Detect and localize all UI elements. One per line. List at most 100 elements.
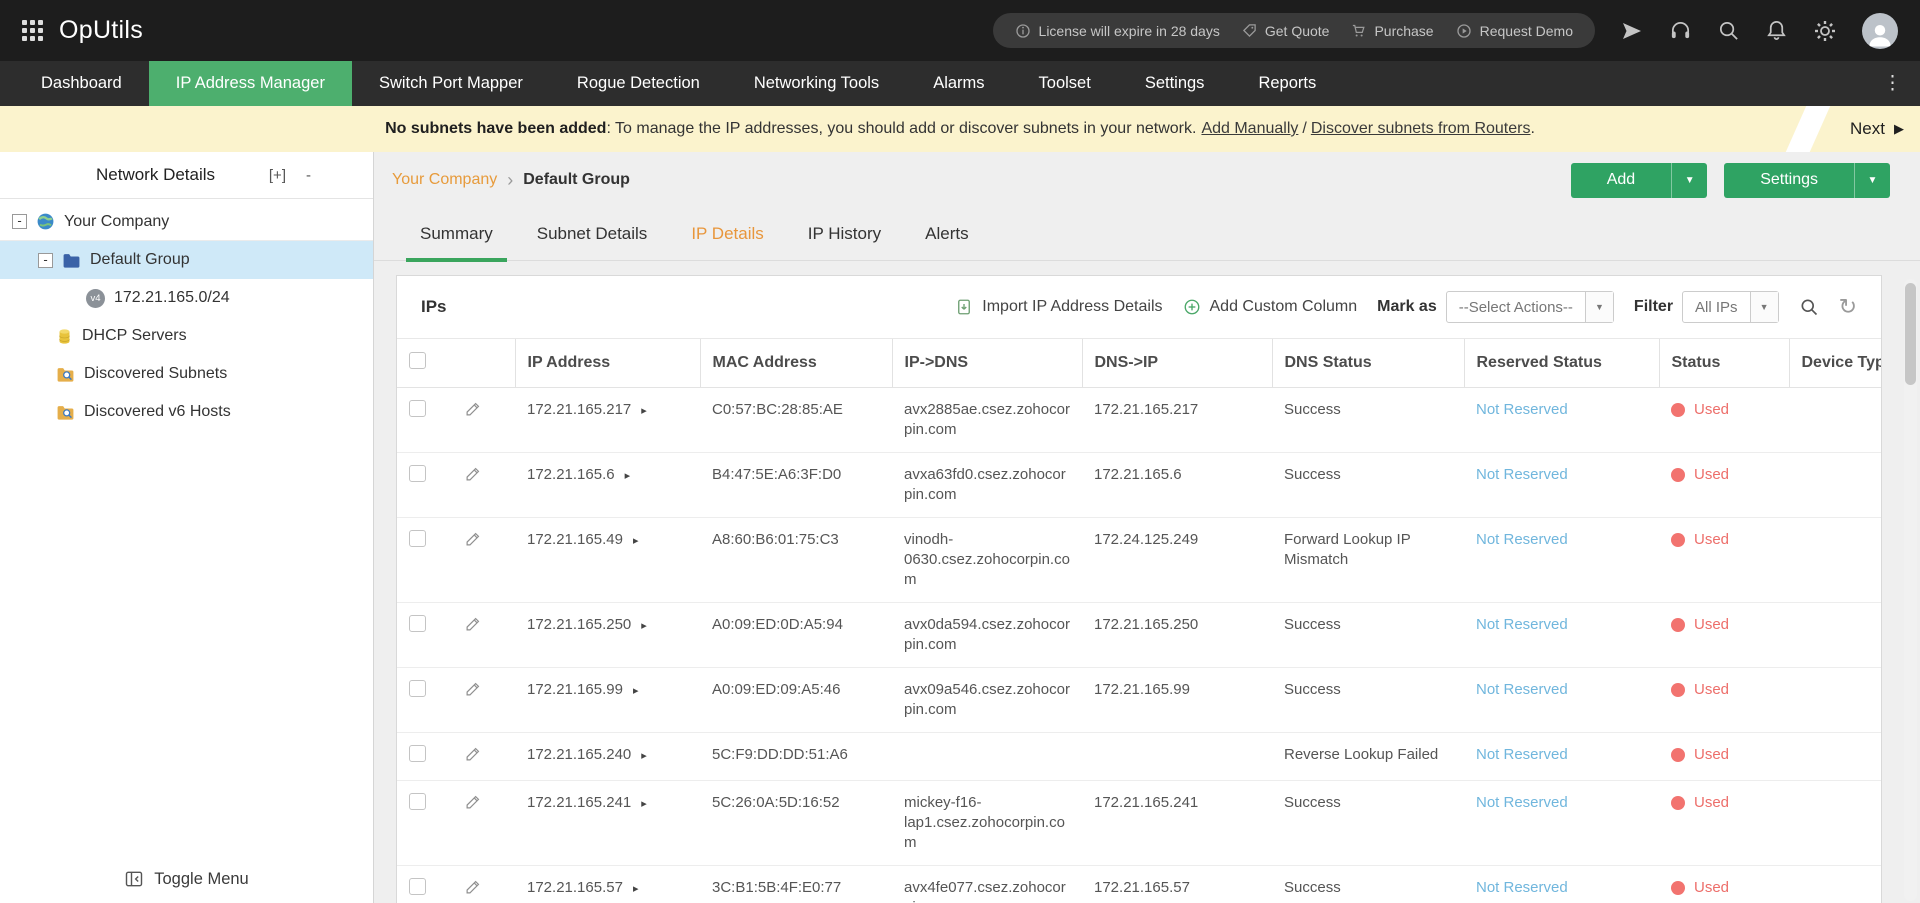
- row-checkbox[interactable]: [409, 793, 426, 810]
- tree-item-dhcp-servers[interactable]: DHCP Servers: [0, 317, 373, 355]
- edit-pencil-icon[interactable]: [465, 680, 482, 697]
- reserved-status-cell[interactable]: Not Reserved: [1464, 865, 1659, 903]
- row-expand-arrow-icon[interactable]: ▸: [633, 685, 639, 697]
- settings-button[interactable]: Settings ▼: [1724, 162, 1890, 198]
- edit-pencil-icon[interactable]: [465, 400, 482, 417]
- filter-select[interactable]: All IPs ▼: [1682, 291, 1779, 323]
- row-checkbox[interactable]: [409, 615, 426, 632]
- request-demo-link[interactable]: Request Demo: [1456, 23, 1573, 39]
- reserved-status-cell[interactable]: Not Reserved: [1464, 667, 1659, 733]
- col-header-mac-address[interactable]: MAC Address: [699, 338, 892, 388]
- nav-dashboard[interactable]: Dashboard: [14, 61, 149, 106]
- reserved-status-cell[interactable]: Not Reserved: [1464, 387, 1659, 453]
- add-button[interactable]: Add ▼: [1570, 162, 1708, 198]
- nav-networking-tools[interactable]: Networking Tools: [727, 61, 906, 106]
- discover-subnets-link[interactable]: Discover subnets from Routers: [1311, 120, 1531, 137]
- edit-pencil-icon[interactable]: [465, 793, 482, 810]
- user-avatar[interactable]: [1862, 12, 1898, 49]
- row-expand-arrow-icon[interactable]: ▸: [633, 535, 639, 547]
- row-checkbox[interactable]: [409, 680, 426, 697]
- get-quote-link[interactable]: Get Quote: [1242, 23, 1329, 39]
- settings-dropdown-caret-icon[interactable]: ▼: [1854, 162, 1890, 198]
- tab-ip-details[interactable]: IP Details: [669, 208, 785, 260]
- edit-pencil-icon[interactable]: [465, 530, 482, 547]
- tree-expander-icon[interactable]: -: [38, 252, 53, 268]
- tree-item-default-group[interactable]: - Default Group: [0, 241, 373, 279]
- col-header-status[interactable]: Status: [1658, 338, 1789, 388]
- col-header-ip-to-dns[interactable]: IP->DNS: [891, 338, 1082, 388]
- notifications-bell-icon[interactable]: [1765, 19, 1788, 42]
- tab-subnet-details[interactable]: Subnet Details: [515, 208, 670, 260]
- row-expand-arrow-icon[interactable]: ▸: [641, 620, 647, 632]
- status-cell: Used: [1659, 387, 1789, 453]
- row-checkbox[interactable]: [409, 465, 426, 482]
- tree-expander-icon[interactable]: -: [12, 214, 27, 229]
- tree-item-discovered-subnets[interactable]: Discovered Subnets: [0, 355, 373, 393]
- tree-label: DHCP Servers: [82, 327, 187, 344]
- col-header-reserved-status[interactable]: Reserved Status: [1463, 338, 1659, 388]
- row-checkbox[interactable]: [409, 530, 426, 547]
- reserved-status-cell[interactable]: Not Reserved: [1464, 602, 1659, 668]
- nav-switch-port-mapper[interactable]: Switch Port Mapper: [352, 61, 550, 106]
- tree-item-subnet[interactable]: v4 172.21.165.0/24: [0, 279, 373, 317]
- reserved-status-cell[interactable]: Not Reserved: [1464, 732, 1659, 781]
- col-header-ip-address[interactable]: IP Address: [514, 338, 700, 388]
- row-expand-arrow-icon[interactable]: ▸: [641, 750, 647, 762]
- mark-as-select[interactable]: --Select Actions-- ▼: [1445, 291, 1614, 323]
- row-expand-arrow-icon[interactable]: ▸: [633, 883, 639, 895]
- row-expand-arrow-icon[interactable]: ▸: [641, 405, 647, 417]
- tab-ip-history[interactable]: IP History: [786, 208, 903, 260]
- nav-rogue-detection[interactable]: Rogue Detection: [550, 61, 727, 106]
- expand-all-control[interactable]: [+]: [269, 167, 286, 184]
- edit-pencil-icon[interactable]: [465, 745, 482, 762]
- nav-alarms[interactable]: Alarms: [906, 61, 1011, 106]
- edit-pencil-icon[interactable]: [465, 465, 482, 482]
- col-header-device-type[interactable]: Device Type: [1788, 338, 1881, 388]
- select-all-checkbox[interactable]: [409, 352, 426, 369]
- purchase-link[interactable]: Purchase: [1351, 23, 1434, 39]
- collapse-all-control[interactable]: -: [306, 167, 311, 184]
- tab-alerts[interactable]: Alerts: [903, 208, 990, 260]
- info-icon: [1015, 23, 1030, 38]
- edit-pencil-icon[interactable]: [465, 615, 482, 632]
- gear-icon[interactable]: [1813, 19, 1837, 43]
- nav-overflow-menu-icon[interactable]: ⋮: [1865, 61, 1920, 106]
- row-expand-arrow-icon[interactable]: ▸: [625, 470, 631, 482]
- col-header-dns-to-ip[interactable]: DNS->IP: [1081, 338, 1272, 388]
- apps-grid-icon[interactable]: [22, 20, 43, 41]
- reserved-status-cell[interactable]: Not Reserved: [1464, 452, 1659, 518]
- table-search-icon[interactable]: [1799, 297, 1819, 317]
- row-checkbox[interactable]: [409, 400, 426, 417]
- mark-as-caret-icon[interactable]: ▼: [1584, 292, 1613, 322]
- getting-started-icon[interactable]: [1620, 19, 1644, 43]
- col-header-dns-status[interactable]: DNS Status: [1271, 338, 1464, 388]
- row-expand-arrow-icon[interactable]: ▸: [641, 798, 647, 810]
- refresh-icon[interactable]: ↻: [1839, 296, 1857, 318]
- ip-to-dns-cell: avx4fe077.csez.zohocorpin.com: [892, 865, 1082, 903]
- tree-item-discovered-v6-hosts[interactable]: Discovered v6 Hosts: [0, 393, 373, 431]
- tab-summary[interactable]: Summary: [398, 208, 515, 262]
- edit-pencil-icon[interactable]: [465, 878, 482, 895]
- license-notice[interactable]: License will expire in 28 days: [1015, 23, 1220, 39]
- vertical-scrollbar[interactable]: [1904, 279, 1917, 901]
- nav-toolset[interactable]: Toolset: [1012, 61, 1118, 106]
- next-button[interactable]: Next ▶: [1850, 106, 1904, 152]
- add-manually-link[interactable]: Add Manually: [1201, 120, 1298, 137]
- scrollbar-thumb[interactable]: [1905, 283, 1916, 385]
- reserved-status-cell[interactable]: Not Reserved: [1464, 780, 1659, 866]
- search-icon[interactable]: [1717, 19, 1740, 42]
- nav-settings[interactable]: Settings: [1118, 61, 1232, 106]
- nav-reports[interactable]: Reports: [1231, 61, 1343, 106]
- tree-item-your-company[interactable]: - Your Company: [0, 203, 373, 241]
- import-ip-details-button[interactable]: Import IP Address Details: [955, 298, 1163, 316]
- nav-ip-address-manager[interactable]: IP Address Manager: [148, 61, 352, 106]
- reserved-status-cell[interactable]: Not Reserved: [1464, 517, 1659, 603]
- filter-caret-icon[interactable]: ▼: [1749, 292, 1778, 322]
- support-headset-icon[interactable]: [1669, 19, 1692, 42]
- row-checkbox[interactable]: [409, 878, 426, 895]
- row-checkbox[interactable]: [409, 745, 426, 762]
- toggle-menu-button[interactable]: Toggle Menu: [0, 869, 373, 889]
- breadcrumb-your-company[interactable]: Your Company: [392, 171, 497, 189]
- add-dropdown-caret-icon[interactable]: ▼: [1671, 162, 1707, 198]
- add-custom-column-button[interactable]: Add Custom Column: [1183, 298, 1357, 316]
